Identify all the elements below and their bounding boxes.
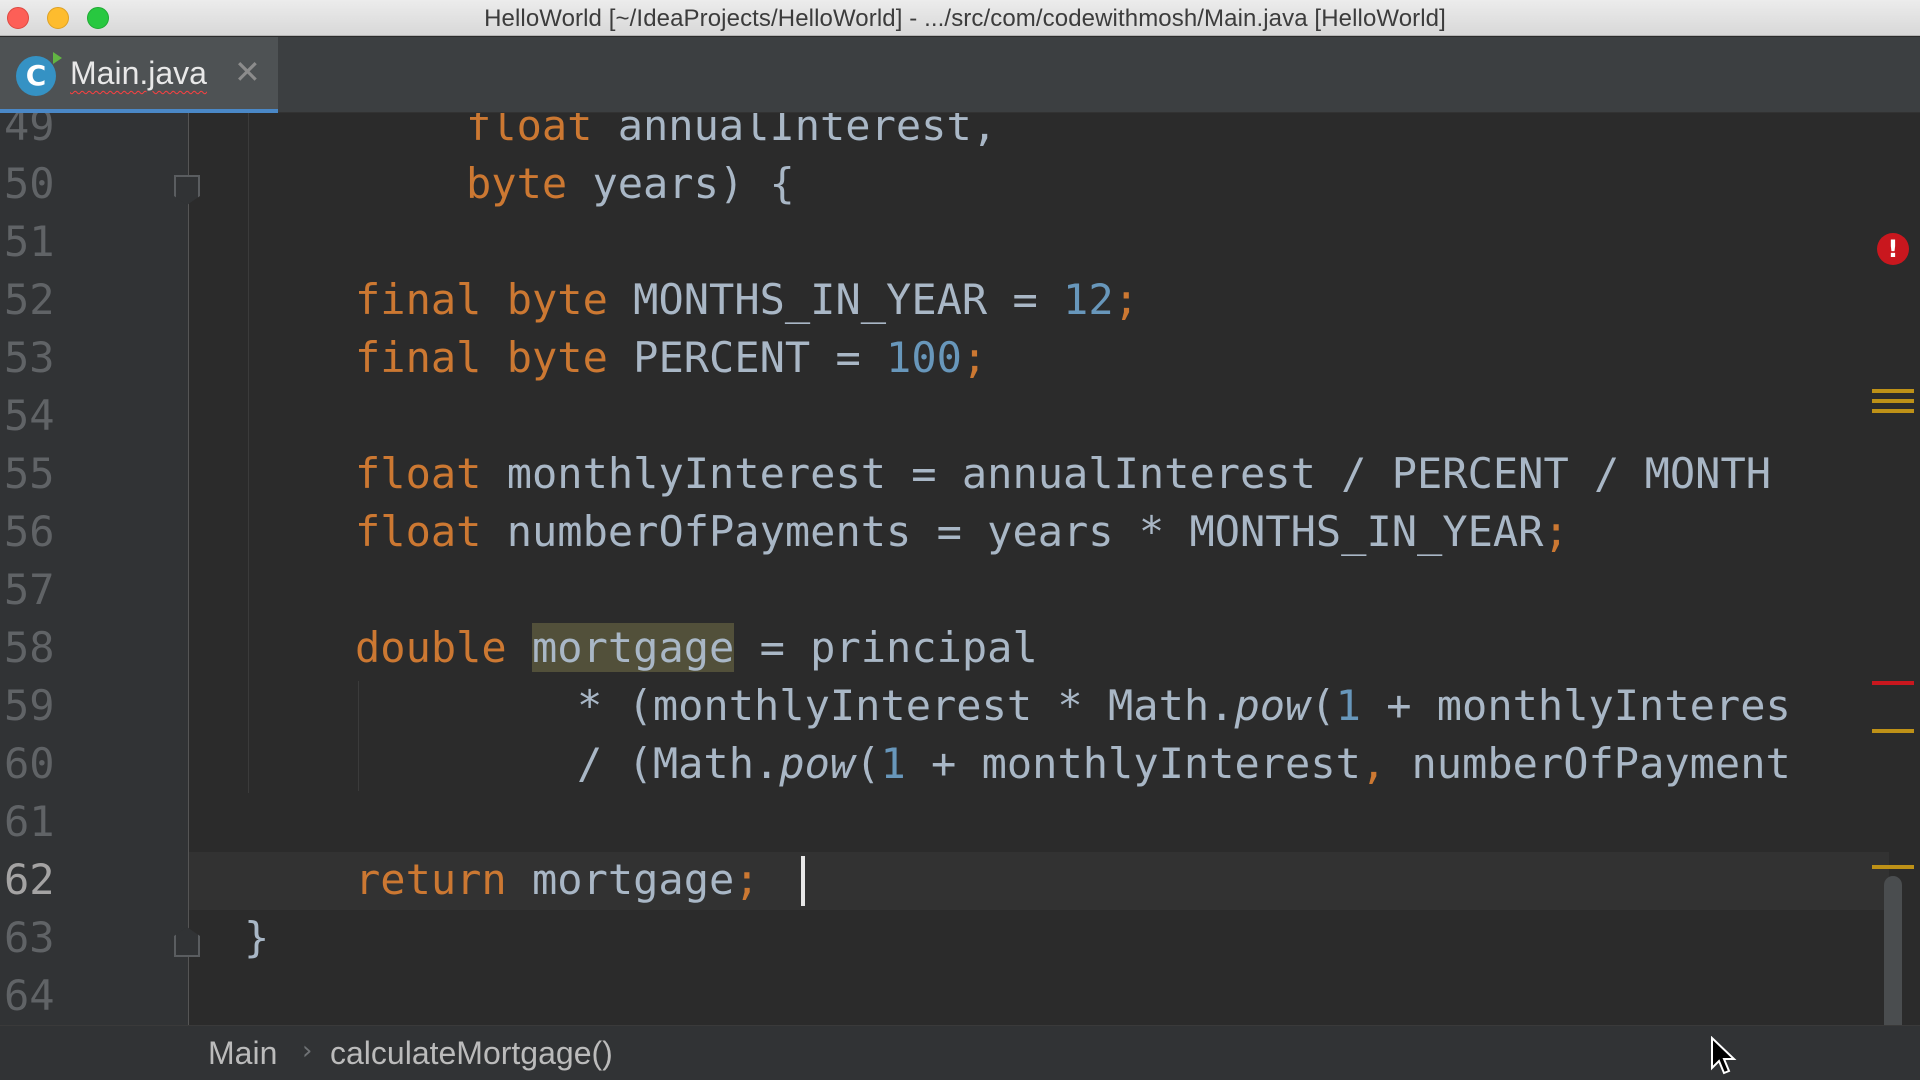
close-icon[interactable]: ✕ bbox=[234, 53, 261, 91]
line-number: 55 bbox=[4, 449, 55, 498]
code-token: = principal bbox=[734, 623, 1038, 672]
code-token: monthlyInterest = annualInterest / PERCE… bbox=[481, 449, 1772, 498]
code-line-62: return mortgage; bbox=[355, 851, 760, 909]
mouse-pointer-icon bbox=[1711, 1036, 1737, 1075]
code-token: float bbox=[355, 507, 482, 556]
code-token: ; bbox=[734, 855, 760, 904]
code-token: 1 bbox=[1335, 681, 1361, 730]
line-number: 59 bbox=[4, 681, 55, 730]
line-number: 56 bbox=[4, 507, 55, 556]
code-token: / (Math. bbox=[577, 739, 780, 788]
warning-marker[interactable] bbox=[1872, 729, 1914, 733]
code-token: ; bbox=[1113, 275, 1139, 324]
code-token: ( bbox=[855, 739, 881, 788]
warning-marker[interactable] bbox=[1872, 865, 1914, 869]
code-token: pow bbox=[1234, 681, 1311, 730]
vertical-scrollbar-thumb[interactable] bbox=[1884, 876, 1902, 1025]
indent-guide bbox=[248, 113, 249, 793]
code-token: pow bbox=[779, 739, 856, 788]
line-number: 60 bbox=[4, 739, 55, 788]
line-number: 52 bbox=[4, 275, 55, 324]
line-number: 53 bbox=[4, 333, 55, 382]
code-token: MONTHS_IN_YEAR = bbox=[607, 275, 1064, 324]
code-token: float bbox=[466, 113, 593, 150]
code-line-55: float monthlyInterest = annualInterest /… bbox=[355, 445, 1771, 503]
line-number: 58 bbox=[4, 623, 55, 672]
code-line-56: float numberOfPayments = years * MONTHS_… bbox=[355, 503, 1569, 561]
code-line-49: float annualInterest, bbox=[466, 113, 997, 155]
code-token: years) { bbox=[567, 159, 795, 208]
code-token: ; bbox=[961, 333, 988, 382]
window-title: HelloWorld [~/IdeaProjects/HelloWorld] -… bbox=[484, 5, 1446, 32]
code-token: 12 bbox=[1063, 275, 1114, 324]
line-number: 54 bbox=[4, 391, 55, 440]
code-token: float bbox=[355, 449, 482, 498]
tab-label: Main.java bbox=[70, 55, 207, 91]
code-token: byte bbox=[506, 275, 608, 324]
indent-guide bbox=[358, 681, 359, 791]
editor-tab-bar: C Main.java ✕ bbox=[0, 37, 1920, 113]
code-token: annualInterest, bbox=[592, 113, 998, 150]
line-number: 57 bbox=[4, 565, 55, 614]
code-token: numberOfPayments = years * MONTHS_IN_YEA… bbox=[481, 507, 1544, 556]
usage-highlight: mortgage bbox=[532, 623, 735, 672]
text-caret bbox=[801, 856, 805, 906]
code-editor[interactable]: 49 50 51 52 53 54 55 56 57 58 59 60 61 6… bbox=[0, 113, 1920, 1025]
code-token: byte bbox=[466, 159, 568, 208]
line-number: 64 bbox=[4, 971, 55, 1020]
code-token: , bbox=[1360, 739, 1387, 788]
error-marker[interactable] bbox=[1872, 681, 1914, 685]
code-token: + monthlyInteres bbox=[1360, 681, 1791, 730]
code-token: PERCENT = bbox=[607, 333, 887, 382]
code-token: } bbox=[244, 913, 270, 962]
breadcrumb-item-method[interactable]: calculateMortgage() bbox=[330, 1035, 613, 1072]
code-token: mortgage bbox=[506, 855, 735, 904]
code-token: ( bbox=[1310, 681, 1336, 730]
code-token: byte bbox=[506, 333, 608, 382]
code-line-59: * (monthlyInterest * Math.pow(1 + monthl… bbox=[577, 677, 1791, 735]
line-number: 50 bbox=[4, 159, 55, 208]
breadcrumb: Main › calculateMortgage() bbox=[0, 1025, 1920, 1080]
title-bar: HelloWorld [~/IdeaProjects/HelloWorld] -… bbox=[0, 0, 1920, 36]
line-number: 61 bbox=[4, 797, 55, 846]
code-token: double bbox=[355, 623, 507, 672]
code-token: * (monthlyInterest * Math. bbox=[577, 681, 1235, 730]
code-token: return bbox=[355, 855, 507, 904]
warning-marker[interactable] bbox=[1872, 389, 1914, 393]
line-number: 51 bbox=[4, 217, 55, 266]
line-number: 63 bbox=[4, 913, 55, 962]
line-number-current: 62 bbox=[4, 855, 55, 904]
code-line-52: final byte MONTHS_IN_YEAR = 12; bbox=[355, 271, 1139, 329]
code-token: final bbox=[355, 333, 482, 382]
tab-main-java[interactable]: C Main.java ✕ bbox=[0, 37, 278, 113]
code-token: final bbox=[355, 275, 482, 324]
code-token: + monthlyInterest bbox=[905, 739, 1361, 788]
warning-marker[interactable] bbox=[1872, 399, 1914, 403]
code-line-58: double mortgage = principal bbox=[355, 619, 1038, 677]
class-c-icon: C bbox=[16, 52, 62, 96]
code-token: ; bbox=[1543, 507, 1569, 556]
error-indicator-icon[interactable]: ! bbox=[1877, 233, 1909, 265]
line-number: 49 bbox=[4, 113, 55, 150]
code-line-50: byte years) { bbox=[466, 155, 795, 213]
breadcrumb-item-class[interactable]: Main bbox=[208, 1035, 277, 1072]
code-line-53: final byte PERCENT = 100; bbox=[355, 329, 987, 387]
warning-marker[interactable] bbox=[1872, 409, 1914, 413]
code-line-60: / (Math.pow(1 + monthlyInterest, numberO… bbox=[577, 735, 1791, 793]
code-token: numberOfPayment bbox=[1386, 739, 1791, 788]
code-token: 100 bbox=[886, 333, 962, 382]
code-line-63: } bbox=[244, 909, 269, 967]
chevron-right-icon: › bbox=[302, 1036, 313, 1066]
code-token: 1 bbox=[880, 739, 906, 788]
